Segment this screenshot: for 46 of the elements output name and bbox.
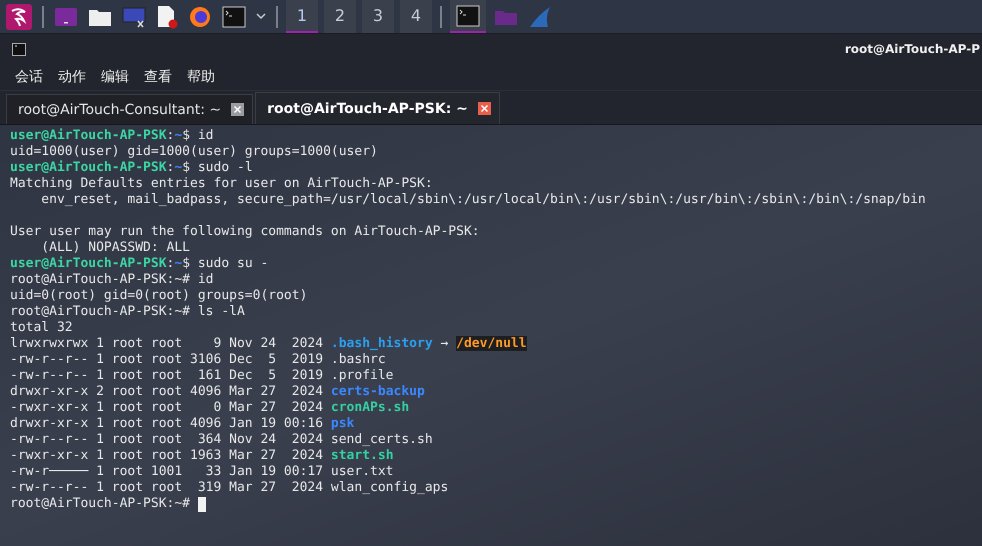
close-icon[interactable] [478, 102, 491, 115]
terminal-icon[interactable] [222, 6, 246, 28]
terminal-line: Matching Defaults entries for user on AirTouch-AP-PSK: [10, 176, 433, 192]
terminal-line: user@AirTouch-AP-PSK:~$ sudo su - [10, 256, 268, 272]
terminal-line: root@AirTouch-AP-PSK:~# [10, 496, 192, 512]
text-cursor [198, 496, 206, 512]
document-icon[interactable] [156, 4, 178, 28]
workspace-button[interactable]: 4 [400, 0, 432, 33]
terminal-line: root@AirTouch-AP-PSK:~# id [10, 272, 214, 288]
menu-item[interactable]: 查看 [144, 68, 172, 86]
workspace-button[interactable]: 3 [362, 0, 394, 33]
chevron-down-icon[interactable] [256, 13, 266, 20]
terminal-line: user@AirTouch-AP-PSK:~$ id [10, 128, 214, 144]
terminal-line: (ALL) NOPASSWD: ALL [40, 240, 190, 256]
menu-item[interactable]: 编辑 [101, 68, 129, 86]
monitor-icon[interactable] [122, 6, 146, 28]
terminal-line: env_reset, mail_badpass, secure_path=/usr/local/sbin\:/usr/local/bin\:/usr/sbin\:/usr/bin\:/sbin\:/bin\:/snap/bin [40, 192, 926, 208]
terminal-line: drwxr-xr-x 1 root root 4096 Jan 19 00:16 psk [10, 416, 354, 432]
workspace-button[interactable]: 1 [286, 0, 318, 33]
terminal-line: root@AirTouch-AP-PSK:~# ls -lA [10, 304, 245, 320]
terminal-line: uid=1000(user) gid=1000(user) groups=1000(user) [10, 144, 378, 160]
terminal-line: -rw-r--r-- 1 root root 3106 Dec 5 2019 .bashrc [10, 352, 386, 368]
terminal-line: total 32 [10, 320, 73, 336]
terminal-line: -rwxr-xr-x 1 root root 0 Mar 27 2024 cronAPs.sh [10, 400, 410, 416]
terminal-line: -rw-r--r-- 1 root root 364 Nov 24 2024 send_certs.sh [10, 432, 433, 448]
terminal-icon[interactable] [456, 4, 480, 26]
terminal-line: uid=0(root) gid=0(root) groups=0(root) [10, 288, 308, 304]
terminal-line: -rw-r───── 1 root 1001 33 Jan 19 00:17 user.txt [10, 464, 394, 480]
terminal-line: User user may run the following commands on AirTouch-AP-PSK: [10, 224, 480, 240]
menu-item[interactable]: 动作 [58, 68, 86, 86]
tab[interactable]: root@AirTouch-Consultant: ~ [6, 94, 254, 124]
terminal-icon [12, 42, 26, 56]
window-title: root@AirTouch-AP-P [844, 42, 980, 56]
close-icon[interactable] [231, 103, 244, 116]
terminal-line: user@AirTouch-AP-PSK:~$ sudo -l [10, 160, 253, 176]
terminal-line: -rw-r--r-- 1 root root 161 Dec 5 2019 .profile [10, 368, 394, 384]
dragon-logo-icon[interactable] [6, 4, 32, 30]
terminal-line: drwxr-xr-x 2 root root 4096 Mar 27 2024 certs-backup [10, 384, 425, 400]
terminal-line: -rw-r--r-- 1 root root 319 Mar 27 2024 wlan_config_aps [10, 480, 448, 496]
browser-icon[interactable] [188, 4, 212, 28]
terminal-line: lrwxrwxrwx 1 root root 9 Nov 24 2024 .bash_history → /dev/null [10, 336, 527, 352]
menu-item[interactable]: 帮助 [187, 68, 215, 86]
terminal-line: -rwxr-xr-x 1 root root 1963 Mar 27 2024 start.sh [10, 448, 394, 464]
workspace-button[interactable]: 2 [324, 0, 356, 33]
menu-item[interactable]: 会话 [15, 68, 43, 86]
tab[interactable]: root@AirTouch-AP-PSK: ~ [255, 92, 500, 124]
